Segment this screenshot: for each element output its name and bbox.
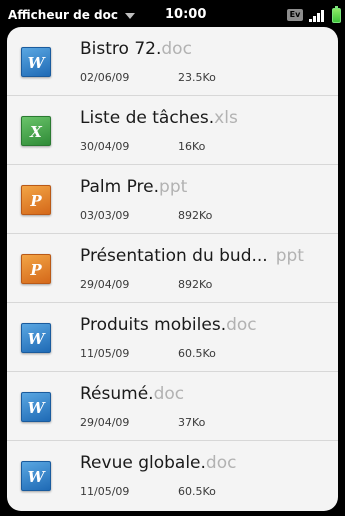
document-date: 02/06/09 [80, 71, 130, 84]
document-extension: doc [205, 453, 237, 473]
document-size: 892Ko [178, 209, 213, 222]
document-title: Présentation du bud... ppt [80, 246, 304, 266]
document-name: Présentation du bud... [80, 246, 268, 266]
word-doc-icon: W [21, 323, 51, 353]
document-size: 892Ko [178, 278, 213, 291]
powerpoint-icon: P [21, 185, 51, 215]
excel-sheet-icon: X [21, 116, 51, 146]
signal-icon [309, 8, 329, 22]
battery-icon [332, 6, 341, 23]
document-extension: doc [161, 39, 192, 59]
document-name: Bistro 72. [80, 39, 162, 59]
document-size: 37Ko [178, 416, 206, 429]
word-doc-icon: W [21, 392, 51, 422]
document-date: 03/03/09 [80, 209, 130, 222]
document-name: Revue globale. [80, 453, 206, 473]
status-bar: Afficheur de doc 10:00 Ev [0, 0, 345, 30]
document-row[interactable]: W Résumé.doc 29/04/09 37Ko [7, 372, 338, 441]
clock: 10:00 [165, 7, 207, 22]
document-list: W Bistro 72.doc 02/06/09 23.5Ko X Liste … [7, 27, 338, 510]
ev-icon: Ev [287, 9, 303, 21]
document-row[interactable]: W Bistro 72.doc 02/06/09 23.5Ko [7, 27, 338, 96]
document-extension: doc [153, 384, 185, 404]
document-row[interactable]: P Palm Pre.ppt 03/03/09 892Ko [7, 165, 338, 234]
document-extension: ppt [275, 246, 304, 266]
document-list-panel: W Bistro 72.doc 02/06/09 23.5Ko X Liste … [7, 27, 338, 511]
word-doc-icon: W [21, 47, 51, 77]
document-date: 11/05/09 [80, 347, 130, 360]
document-name: Produits mobiles. [80, 315, 227, 335]
document-name: Liste de tâches. [80, 108, 215, 128]
document-row[interactable]: W Revue globale.doc 11/05/09 60.5Ko [7, 441, 338, 510]
document-name: Résumé. [80, 384, 154, 404]
document-row[interactable]: X Liste de tâches.xls 30/04/09 16Ko [7, 96, 338, 165]
document-row[interactable]: W Produits mobiles.doc 11/05/09 60.5Ko [7, 303, 338, 372]
document-extension: ppt [159, 177, 188, 197]
chevron-down-icon [124, 13, 135, 19]
document-title: Palm Pre.ppt [80, 177, 187, 197]
document-date: 11/05/09 [80, 485, 130, 498]
document-title: Résumé.doc [80, 384, 184, 404]
document-title: Bistro 72.doc [80, 39, 192, 59]
document-size: 23.5Ko [178, 71, 216, 84]
document-extension: doc [226, 315, 257, 335]
document-extension: xls [214, 108, 238, 128]
document-row[interactable]: P Présentation du bud... ppt 29/04/09 892… [7, 234, 338, 303]
document-size: 60.5Ko [178, 485, 216, 498]
document-date: 29/04/09 [80, 416, 130, 429]
document-title: Revue globale.doc [80, 453, 236, 473]
app-title: Afficheur de doc [8, 8, 118, 22]
powerpoint-icon: P [21, 254, 51, 284]
document-date: 30/04/09 [80, 140, 130, 153]
document-title: Liste de tâches.xls [80, 108, 238, 128]
document-size: 16Ko [178, 140, 206, 153]
document-name: Palm Pre. [80, 177, 160, 197]
document-size: 60.5Ko [178, 347, 216, 360]
app-menu[interactable]: Afficheur de doc [8, 0, 135, 30]
document-date: 29/04/09 [80, 278, 130, 291]
document-title: Produits mobiles.doc [80, 315, 257, 335]
word-doc-icon: W [21, 461, 51, 491]
